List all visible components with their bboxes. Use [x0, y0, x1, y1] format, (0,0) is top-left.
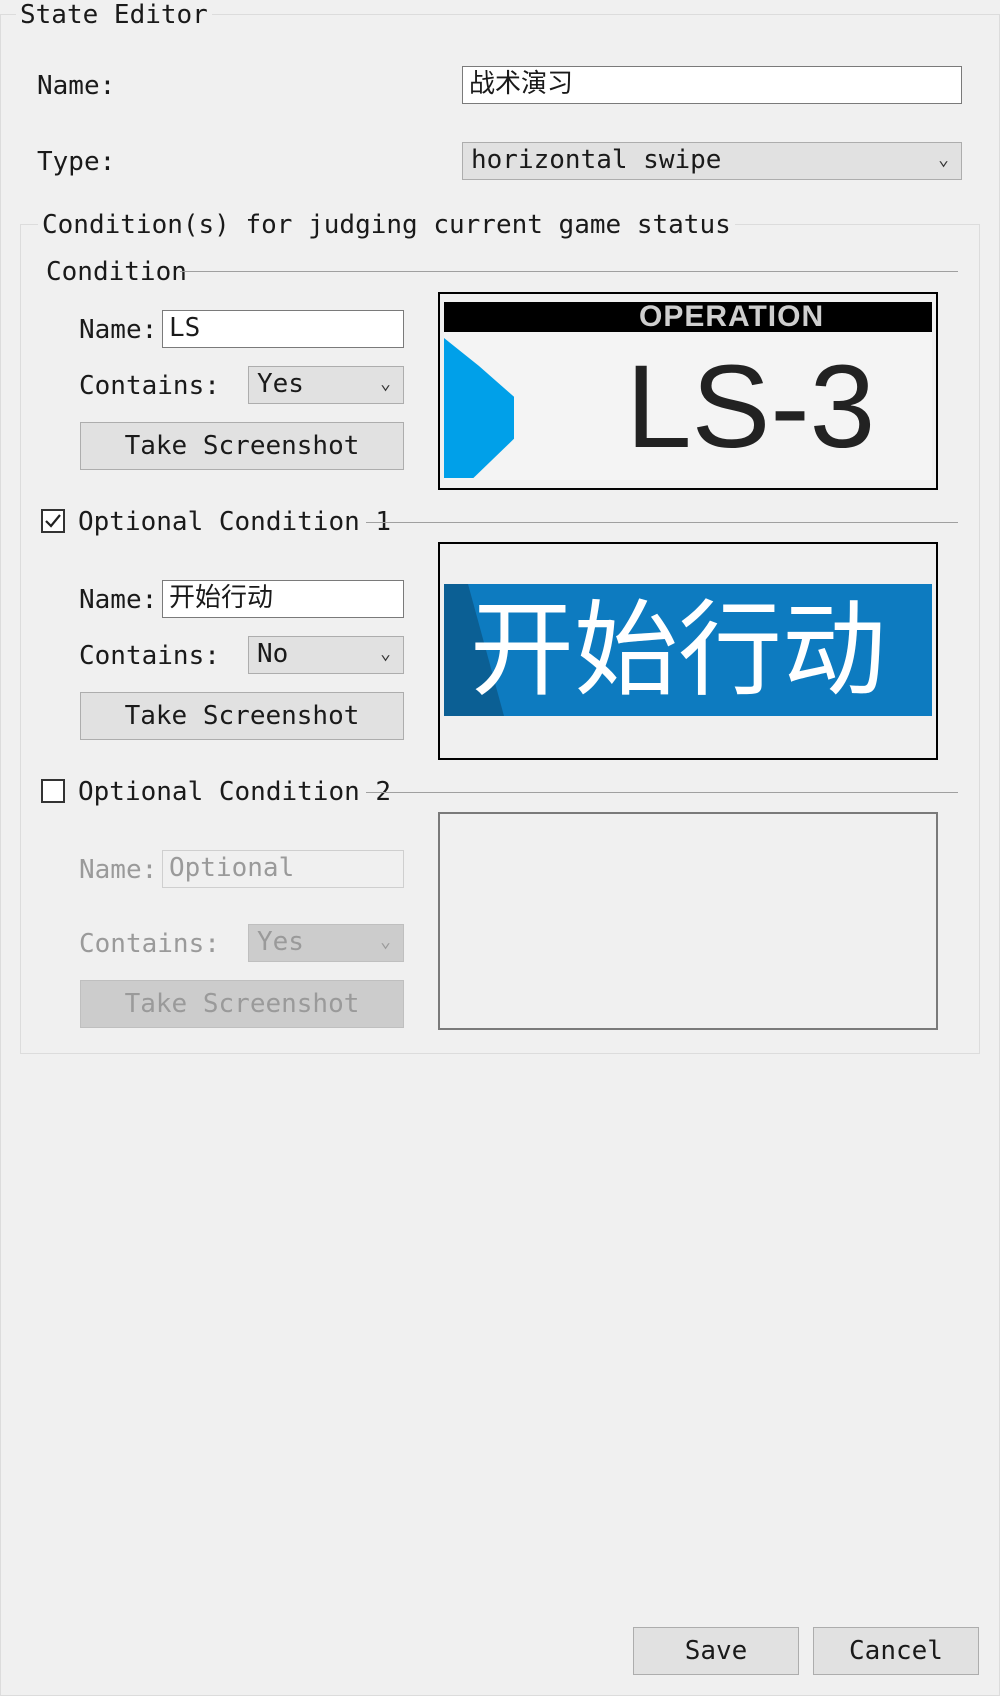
optional-1-name-input[interactable]: 开始行动 — [162, 580, 404, 618]
optional-2-contains-value: Yes — [257, 927, 304, 957]
chevron-down-icon: ⌄ — [380, 643, 391, 664]
state-name-input[interactable]: 战术演习 — [462, 66, 962, 104]
cancel-button[interactable]: Cancel — [813, 1627, 979, 1675]
optional-2-name-input[interactable]: Optional — [162, 850, 404, 888]
condition-preview: OPERATION LS-3 — [438, 292, 938, 490]
preview-action-text: 开始行动 — [470, 589, 887, 711]
condition-contains-select[interactable]: Yes ⌄ — [248, 366, 404, 404]
checkmark-icon — [45, 514, 61, 528]
preview-operation-text: OPERATION — [639, 302, 825, 333]
optional-2-contains-label: Contains: — [79, 929, 220, 959]
condition-header: Condition — [46, 257, 187, 287]
state-type-value: horizontal swipe — [471, 145, 722, 175]
condition-name-label: Name: — [79, 315, 158, 345]
optional-condition-2-header: Optional Condition 2 — [78, 777, 392, 807]
condition-name-input[interactable]: LS — [162, 310, 404, 348]
optional-1-contains-label: Contains: — [79, 641, 220, 671]
optional-1-preview: 开始行动 — [438, 542, 938, 760]
chevron-down-icon: ⌄ — [380, 931, 391, 952]
save-button[interactable]: Save — [633, 1627, 799, 1675]
condition-contains-value: Yes — [257, 369, 304, 399]
optional-condition-1-header: Optional Condition 1 — [78, 507, 392, 537]
chevron-down-icon: ⌄ — [938, 149, 949, 170]
optional-condition-2-checkbox[interactable] — [41, 779, 65, 803]
preview-stage-text: LS-3 — [626, 341, 876, 473]
state-type-select[interactable]: horizontal swipe ⌄ — [462, 142, 962, 180]
optional-1-preview-image: 开始行动 — [444, 584, 932, 716]
condition-preview-image: OPERATION LS-3 — [444, 302, 932, 480]
optional-2-preview — [438, 812, 938, 1030]
optional-1-take-screenshot-button[interactable]: Take Screenshot — [80, 692, 404, 740]
condition-separator — [180, 271, 958, 272]
optional-1-name-label: Name: — [79, 585, 158, 615]
chevron-down-icon: ⌄ — [380, 373, 391, 394]
optional-1-contains-select[interactable]: No ⌄ — [248, 636, 404, 674]
optional-condition-1-separator — [366, 522, 958, 523]
optional-2-contains-select[interactable]: Yes ⌄ — [248, 924, 404, 962]
optional-condition-2-separator — [366, 792, 958, 793]
optional-2-take-screenshot-button[interactable]: Take Screenshot — [80, 980, 404, 1028]
optional-condition-1-checkbox[interactable] — [41, 509, 65, 533]
state-type-label: Type: — [37, 147, 116, 177]
preview-blue-shape — [444, 338, 514, 478]
conditions-group-title: Condition(s) for judging current game st… — [38, 210, 735, 240]
state-editor-title: State Editor — [16, 0, 212, 30]
optional-2-name-label: Name: — [79, 855, 158, 885]
state-name-label: Name: — [37, 71, 116, 101]
condition-contains-label: Contains: — [79, 371, 220, 401]
condition-take-screenshot-button[interactable]: Take Screenshot — [80, 422, 404, 470]
optional-1-contains-value: No — [257, 639, 289, 669]
